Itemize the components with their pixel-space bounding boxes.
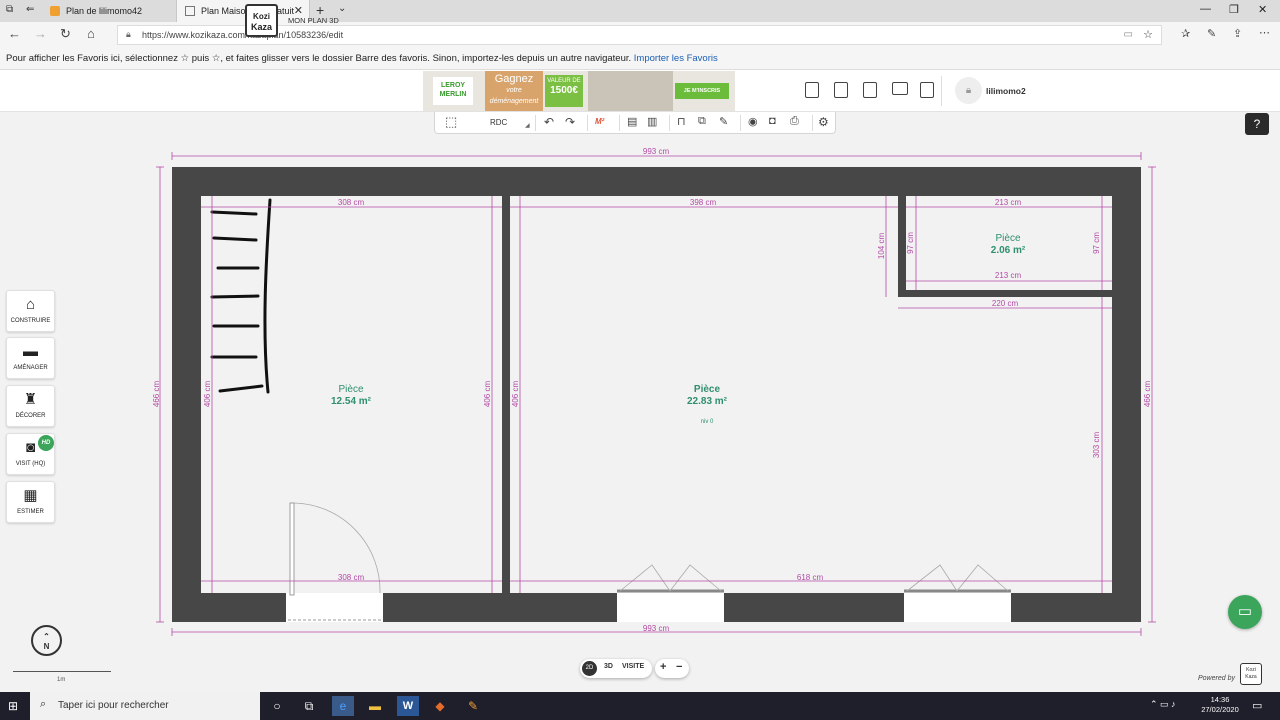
decorer-button[interactable]: ♜ DÉCORER	[6, 385, 55, 427]
window-1[interactable]	[617, 593, 724, 622]
system-tray-icons[interactable]: ⌃ ▭ ♪	[1150, 699, 1176, 710]
word-icon[interactable]: W	[397, 696, 419, 716]
notification-icon[interactable]: ▭	[1252, 699, 1262, 712]
powered-by: Powered by	[1198, 675, 1235, 682]
hd-badge: HD	[38, 435, 54, 451]
edge-icon[interactable]: e	[332, 696, 354, 716]
scale-bar	[13, 671, 111, 672]
room2-name[interactable]: Pièce	[694, 384, 721, 395]
dim-outer-right: 466 cm	[1143, 381, 1152, 408]
clock-date: 27/02/2020	[1201, 705, 1239, 714]
menu-label: AMÉNAGER	[13, 365, 48, 371]
mode-2d-button[interactable]: 2D	[582, 661, 597, 676]
house-icon: ⌂	[25, 296, 36, 313]
room1-area[interactable]: 12.54 m²	[331, 396, 372, 407]
logo-text-bottom: Kaza	[1245, 674, 1257, 680]
logo-text-top: Kozi	[1246, 667, 1256, 673]
dim-room3-left: 97 cm	[906, 232, 915, 254]
paint-icon[interactable]: ✎	[462, 696, 484, 716]
chat-icon[interactable]: ▭	[1228, 595, 1262, 629]
door-opening[interactable]	[286, 593, 383, 622]
dim-room2-inner-width: 220 cm	[992, 299, 1019, 308]
construire-button[interactable]: ⌂ CONSTRUIRE	[6, 290, 55, 332]
scale-label: 1m	[57, 677, 66, 683]
zoom-out-button[interactable]: −	[676, 661, 682, 673]
taskbar-search[interactable]: ⌕ Taper ici pour rechercher	[30, 692, 260, 720]
chevron-up-icon: ⌃	[43, 632, 50, 641]
room1-name[interactable]: Pièce	[338, 384, 363, 395]
dim-room1-top: 308 cm	[338, 198, 365, 207]
zoom-in-button[interactable]: +	[660, 661, 666, 673]
compass[interactable]: ⌃ N	[31, 625, 62, 656]
menu-label: CONSTRUIRE	[10, 318, 51, 324]
room3-area[interactable]: 2.06 m²	[991, 245, 1026, 256]
room2-level: niv 0	[701, 419, 714, 425]
window-2[interactable]	[904, 593, 1011, 622]
cortana-icon[interactable]: ○	[266, 696, 288, 716]
window-1-swing	[619, 564, 722, 592]
sofa-icon: ▬	[23, 343, 38, 360]
taskbar-search-placeholder: Taper ici pour rechercher	[58, 700, 169, 711]
floor-plan: 993 cm 993 cm 466 cm 466 cm 308 cm 308 c…	[152, 147, 1156, 636]
staircase[interactable]	[210, 198, 272, 394]
windows-taskbar: ⊞ ⌕ Taper ici pour rechercher ○ ⧉ e ▬ W …	[0, 692, 1280, 720]
window-2-swing	[906, 564, 1009, 592]
compass-label: N	[43, 642, 50, 651]
dim-room2-bottom: 618 cm	[797, 573, 824, 582]
visit-mode-button[interactable]: VISITE	[622, 663, 644, 670]
app-icon[interactable]: ◆	[429, 696, 451, 716]
estimer-button[interactable]: ▦ ESTIMER	[6, 481, 55, 523]
dim-room2-top: 398 cm	[690, 198, 717, 207]
dim-room1-bottom: 308 cm	[338, 573, 365, 582]
dim-room3-right: 97 cm	[1092, 232, 1101, 254]
lamp-icon: ♜	[23, 391, 38, 408]
menu-label: DÉCORER	[15, 413, 46, 419]
clock-time: 14:36	[1210, 695, 1230, 704]
dim-room3-top: 213 cm	[995, 198, 1022, 207]
dim-room2-left: 406 cm	[511, 381, 520, 408]
dimension-lines	[156, 152, 1156, 636]
menu-label: VISIT (HQ)	[15, 461, 46, 467]
calculator-icon: ▦	[23, 487, 38, 504]
windows-start-icon[interactable]: ⊞	[8, 699, 18, 713]
mode-3d-button[interactable]: 3D	[604, 663, 613, 670]
view-mode-toggle: 2D 3D VISITE	[580, 659, 652, 678]
search-icon: ⌕	[40, 698, 47, 710]
room3-name[interactable]: Pièce	[995, 233, 1020, 244]
amenager-button[interactable]: ▬ AMÉNAGER	[6, 337, 55, 379]
clock[interactable]: 14:36 27/02/2020	[1200, 695, 1240, 715]
dim-outer-top: 993 cm	[643, 147, 670, 156]
room2-area[interactable]: 22.83 m²	[687, 396, 728, 407]
dim-outer-bottom: 993 cm	[643, 624, 670, 633]
zoom-control: + −	[655, 659, 689, 678]
menu-label: ESTIMER	[17, 509, 44, 515]
file-explorer-icon[interactable]: ▬	[364, 696, 386, 716]
task-view-icon[interactable]: ⧉	[298, 696, 320, 716]
dim-outer-left: 466 cm	[152, 381, 161, 408]
dim-room2-right: 303 cm	[1092, 432, 1101, 459]
dim-room3-bottom: 213 cm	[995, 271, 1022, 280]
dim-room1-left: 406 cm	[203, 381, 212, 408]
kozikaza-small-logo[interactable]: Kozi Kaza	[1240, 663, 1262, 685]
dim-room1-right: 406 cm	[483, 381, 492, 408]
dim-room2-inner-height: 104 cm	[877, 233, 886, 260]
